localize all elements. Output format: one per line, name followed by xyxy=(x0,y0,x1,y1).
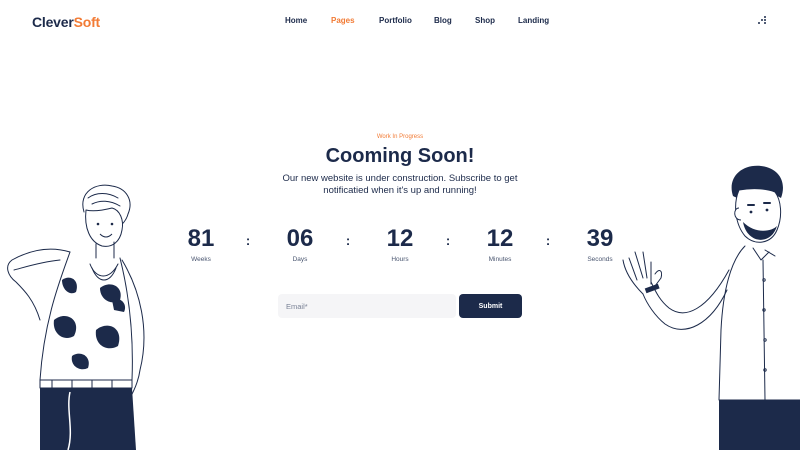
page-subtitle: Our new website is under construction. S… xyxy=(282,173,518,196)
site-header: CleverSoft Home Pages Portfolio Blog Sho… xyxy=(0,0,800,44)
nav-item-home[interactable]: Home xyxy=(285,16,307,25)
email-input[interactable] xyxy=(278,294,456,318)
countdown-minutes-label: Minutes xyxy=(488,256,512,263)
nav-item-blog[interactable]: Blog xyxy=(434,16,452,25)
countdown-minutes-value: 12 xyxy=(486,225,514,252)
countdown-separator: : xyxy=(445,233,451,248)
nav-item-portfolio[interactable]: Portfolio xyxy=(379,16,412,25)
main-nav: Home Pages Portfolio Blog Shop Landing xyxy=(0,16,800,30)
countdown-separator: : xyxy=(245,233,251,248)
countdown-hours-value: 12 xyxy=(386,225,414,252)
countdown-hours-label: Hours xyxy=(391,256,409,263)
submit-button[interactable]: Submit xyxy=(459,294,522,318)
man-illustration xyxy=(622,165,800,450)
countdown-days-value: 06 xyxy=(286,225,314,252)
nav-item-shop[interactable]: Shop xyxy=(475,16,495,25)
woman-illustration xyxy=(7,184,145,450)
dots-grid-icon[interactable] xyxy=(758,16,768,26)
countdown-separator: : xyxy=(545,233,551,248)
countdown-days-label: Days xyxy=(292,256,308,263)
eyebrow-text: Work In Progress xyxy=(376,134,424,140)
nav-item-landing[interactable]: Landing xyxy=(518,16,549,25)
nav-item-pages[interactable]: Pages xyxy=(331,16,355,25)
countdown-separator: : xyxy=(345,233,351,248)
